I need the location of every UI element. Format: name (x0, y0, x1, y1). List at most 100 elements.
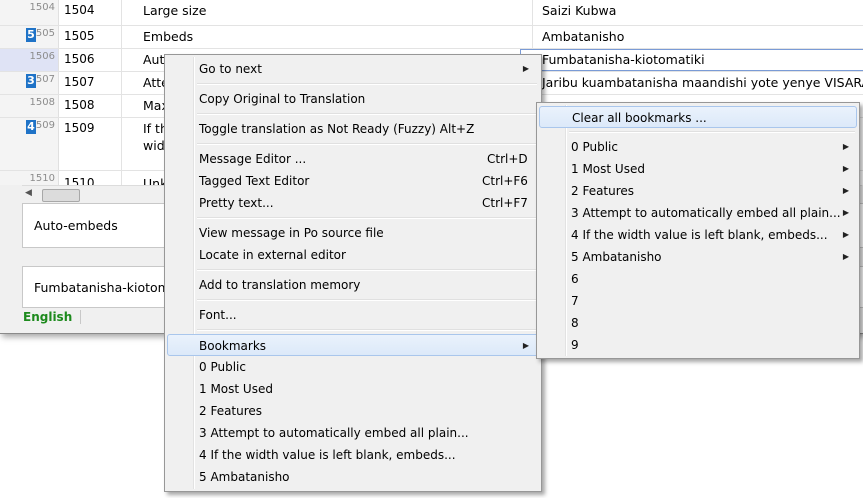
menu-item-bookmark-2[interactable]: 2 Features (167, 400, 539, 422)
menu-item-shortcut: Ctrl+F6 (482, 174, 528, 188)
row-id: 1508 (64, 98, 95, 112)
menu-separator (197, 329, 537, 331)
menu-separator (197, 299, 537, 301)
gutter-number: 505 (35, 28, 55, 39)
menu-item-label: 0 Public (571, 140, 618, 154)
submenu-item-bookmark-2[interactable]: 2 Features ▶ (539, 180, 857, 202)
menu-item-label: 0 Public (199, 360, 246, 374)
triangle-left-icon[interactable]: ◀ (25, 188, 32, 198)
table-row[interactable]: 5 505 1505 Embeds Ambatanisho (0, 26, 863, 49)
triangle-right-icon: ▶ (842, 208, 849, 217)
menu-item-bookmarks[interactable]: Bookmarks ▶ (167, 334, 539, 356)
menu-item-label: 2 Features (199, 404, 263, 418)
submenu-item-bookmark-0[interactable]: 0 Public ▶ (539, 136, 857, 158)
triangle-right-icon: ▶ (842, 142, 849, 151)
menu-separator (197, 83, 537, 85)
source-text: Auto-embeds (34, 218, 118, 233)
row-gutter: 4 509 (0, 118, 59, 170)
row-source: Embeds (143, 29, 194, 44)
context-menu: Go to next ▶ Copy Original to Translatio… (164, 54, 542, 492)
menu-item-label: 7 (571, 294, 579, 308)
bookmark-badge: 5 (26, 28, 36, 42)
menu-item-label: Copy Original to Translation (199, 92, 366, 106)
menu-item-bookmark-5[interactable]: 5 Ambatanisho (167, 466, 539, 488)
menu-item-tagged-text-editor[interactable]: Tagged Text Editor Ctrl+F6 (167, 170, 539, 192)
menu-item-label: Font... (199, 308, 237, 322)
submenu-item-bookmark-4[interactable]: 4 If the width value is left blank, embe… (539, 224, 857, 246)
menu-item-font[interactable]: Font... (167, 304, 539, 326)
row-translation: Saizi Kubwa (542, 3, 617, 18)
menu-item-label: Bookmarks (199, 339, 267, 353)
menu-item-label: 5 Ambatanisho (571, 250, 662, 264)
menu-item-shortcut: Ctrl+F7 (482, 196, 528, 210)
menu-item-toggle-fuzzy[interactable]: Toggle translation as Not Ready (Fuzzy) … (167, 118, 539, 140)
row-id: 1506 (64, 52, 95, 66)
menu-item-label: Pretty text... (199, 196, 274, 210)
submenu-item-bookmark-5[interactable]: 5 Ambatanisho ▶ (539, 246, 857, 268)
triangle-right-icon: ▶ (842, 164, 849, 173)
row-gutter: 5 505 (0, 26, 59, 48)
menu-item-label: 6 (571, 272, 579, 286)
menu-item-label: Tagged Text Editor (199, 174, 310, 188)
table-row[interactable]: 1504 1504 Large size Saizi Kubwa (0, 0, 863, 26)
menu-item-label: Go to next (199, 62, 262, 76)
menu-item-locate-external[interactable]: Locate in external editor (167, 244, 539, 266)
gutter-number: 1510 (29, 173, 55, 184)
menu-item-label: 9 (571, 338, 579, 352)
triangle-right-icon: ▶ (522, 64, 529, 73)
gutter-number: 1506 (29, 51, 55, 62)
row-gutter: 1506 (0, 49, 59, 71)
submenu-item-bookmark-8[interactable]: 8 (539, 312, 857, 334)
menu-item-label: 1 Most Used (199, 382, 273, 396)
menu-item-bookmark-1[interactable]: 1 Most Used (167, 378, 539, 400)
menu-item-label: 2 Features (571, 184, 635, 198)
translation-text[interactable]: Fumbatanisha-kiotomat (34, 280, 182, 295)
row-translation[interactable]: Fumbatanisha-kiotomatiki (542, 52, 705, 67)
triangle-right-icon: ▶ (842, 230, 849, 239)
submenu-item-bookmark-6[interactable]: 6 (539, 268, 857, 290)
gutter-number: 1508 (29, 97, 55, 108)
menu-separator (197, 269, 537, 271)
gutter-number: 507 (35, 74, 55, 85)
triangle-right-icon: ▶ (842, 252, 849, 261)
submenu-item-bookmark-3[interactable]: 3 Attempt to automatically embed all pla… (539, 202, 857, 224)
menu-item-pretty-text[interactable]: Pretty text... Ctrl+F7 (167, 192, 539, 214)
submenu-item-bookmark-7[interactable]: 7 (539, 290, 857, 312)
menu-item-bookmark-3[interactable]: 3 Attempt to automatically embed all pla… (167, 422, 539, 444)
menu-item-label: 4 If the width value is left blank, embe… (199, 448, 456, 462)
menu-item-copy-original[interactable]: Copy Original to Translation (167, 88, 539, 110)
triangle-right-icon: ▶ (842, 186, 849, 195)
row-id: 1504 (64, 3, 95, 17)
menu-item-label: 3 Attempt to automatically embed all pla… (571, 206, 841, 220)
row-id: 1505 (64, 29, 95, 43)
row-id: 1510 (64, 176, 95, 185)
menu-item-go-to-next[interactable]: Go to next ▶ (167, 58, 539, 80)
menu-item-label: Toggle translation as Not Ready (Fuzzy) … (199, 122, 475, 136)
menu-separator (197, 217, 537, 219)
row-translation: Ambatanisho (542, 29, 625, 44)
status-separator (80, 310, 81, 324)
row-id: 1509 (64, 121, 95, 135)
menu-item-label: 3 Attempt to automatically embed all pla… (199, 426, 469, 440)
submenu-item-bookmark-1[interactable]: 1 Most Used ▶ (539, 158, 857, 180)
menu-item-label: 1 Most Used (571, 162, 645, 176)
menu-item-message-editor[interactable]: Message Editor ... Ctrl+D (167, 148, 539, 170)
scrollbar-thumb[interactable] (42, 189, 80, 202)
bookmark-badge: 3 (26, 74, 36, 88)
row-gutter: 1508 (0, 95, 59, 117)
menu-item-add-to-tm[interactable]: Add to translation memory (167, 274, 539, 296)
row-gutter: 1510 (0, 171, 59, 185)
menu-item-label: Locate in external editor (199, 248, 346, 262)
row-translation: Jaribu kuambatanisha maandishi yote yeny… (542, 75, 863, 90)
menu-item-label: Add to translation memory (199, 278, 361, 292)
row-id: 1507 (64, 75, 95, 89)
menu-item-view-po-source[interactable]: View message in Po source file (167, 222, 539, 244)
menu-item-label: View message in Po source file (199, 226, 384, 240)
menu-item-clear-bookmarks[interactable]: Clear all bookmarks ... (539, 106, 857, 128)
submenu-item-bookmark-9[interactable]: 9 (539, 334, 857, 356)
menu-item-bookmark-0[interactable]: 0 Public (167, 356, 539, 378)
menu-item-bookmark-4[interactable]: 4 If the width value is left blank, embe… (167, 444, 539, 466)
gutter-number: 509 (35, 120, 55, 131)
menu-separator (197, 143, 537, 145)
menu-item-shortcut: Ctrl+D (487, 152, 528, 166)
